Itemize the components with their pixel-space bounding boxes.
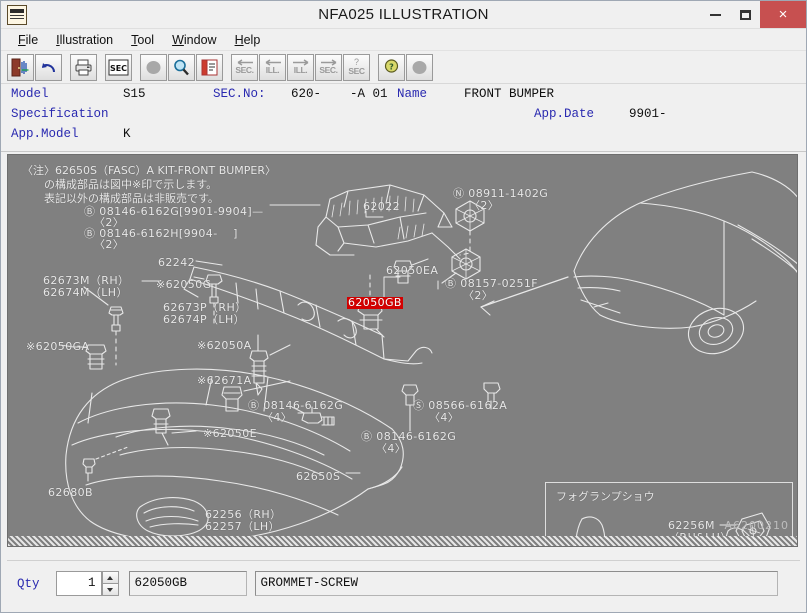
illustration-watermark: A6200210	[724, 519, 789, 532]
menu-item-illustration[interactable]: Illustration	[47, 31, 122, 49]
close-button[interactable]: ×	[760, 1, 806, 28]
callout-62674P-LH: 62674P（LH）	[163, 313, 246, 326]
qty-input[interactable]: 1	[55, 571, 102, 596]
qty-label: Qty	[17, 576, 40, 591]
illustration-bottom-dither	[8, 536, 797, 546]
callout-62257-LH: 62257（LH）	[205, 520, 280, 533]
window-controls: ×	[700, 1, 806, 28]
prev-section-icon[interactable]: SEC.	[231, 53, 258, 81]
name-label: Name	[397, 87, 428, 101]
next-section-icon[interactable]: SEC.	[315, 53, 342, 81]
illustration-note-2: の構成部品は図中※印で示します。	[44, 178, 218, 191]
callout-62680B: 62680B	[48, 486, 93, 499]
application-window: NFA025 ILLUSTRATION × File Illustration …	[0, 0, 807, 613]
app-model-value: K	[123, 127, 131, 141]
callout-62050EA: 62050EA	[386, 264, 439, 277]
next-illustration-icon[interactable]: ILL.	[287, 53, 314, 81]
prev-section-label: SEC.	[235, 65, 254, 75]
query-section-label: SEC	[348, 66, 365, 76]
vehicle-outline	[573, 171, 797, 355]
callout-qty-4-a: 〈4〉	[262, 411, 293, 424]
part-name-field[interactable]: GROMMET-SCREW	[254, 571, 778, 596]
book-index-icon[interactable]	[196, 53, 223, 81]
callout-62050E: ※62050E	[203, 427, 257, 440]
sec-no-value: 620-	[291, 87, 322, 101]
inset-title: フォグランプショウ	[556, 490, 655, 503]
help-bulb-icon[interactable]: ?	[378, 53, 405, 81]
menu-bar: File Illustration Tool Window Help	[1, 29, 806, 51]
prev-illustration-icon[interactable]: ILL.	[259, 53, 286, 81]
part-62022-reinforcement	[315, 184, 461, 260]
callout-qty-2-d: 〈2〉	[463, 289, 494, 302]
maximize-button[interactable]	[730, 1, 760, 28]
circle2-disabled-icon	[406, 53, 433, 81]
query-section-icon[interactable]: ? SEC	[343, 53, 370, 81]
exit-door-icon[interactable]	[7, 53, 34, 81]
undo-arrow-icon[interactable]	[35, 53, 62, 81]
illustration-canvas[interactable]: 〈注〉62650S（FASC）A KIT-FRONT BUMPER〉 の構成部品…	[7, 154, 798, 547]
next-section-label: SEC.	[319, 65, 338, 75]
callout-qty-4-c: 〈4〉	[376, 442, 407, 455]
print-icon[interactable]	[70, 53, 97, 81]
circle-disabled-icon	[140, 53, 167, 81]
window-title: NFA025 ILLUSTRATION	[318, 6, 489, 23]
qty-stepper[interactable]	[101, 571, 119, 596]
illustration-note-3: 表記以外の構成部品は非販売です。	[44, 192, 219, 205]
info-row-specification: Specification App.Date 9901-	[1, 107, 806, 127]
minimize-button[interactable]	[700, 1, 730, 28]
menu-item-tool[interactable]: Tool	[122, 31, 163, 49]
chevron-up-icon	[107, 575, 114, 580]
fastener-cluster-center-bottom	[291, 200, 501, 432]
name-value: FRONT BUMPER	[464, 87, 555, 101]
part-number-field[interactable]: 62050GB	[128, 571, 247, 596]
app-model-label: App.Model	[11, 127, 79, 141]
fastener-cluster-left	[59, 286, 124, 370]
next-illustration-label: ILL.	[293, 65, 308, 75]
callout-62050GB-selected[interactable]: 62050GB	[347, 297, 403, 309]
callout-62050A: ※62050A	[197, 339, 252, 352]
svg-text:SEC: SEC	[110, 64, 127, 73]
callout-62022: 62022	[363, 200, 400, 213]
illustration-note-1: 〈注〉62650S（FASC）A KIT-FRONT BUMPER〉	[22, 164, 277, 177]
section-sec-icon[interactable]: SEC	[105, 53, 132, 81]
callout-08566-6162A: Ⓢ 08566-6162A	[413, 399, 508, 412]
app-date-label: App.Date	[534, 107, 595, 121]
callout-62050G: ※62050G	[156, 278, 212, 291]
chevron-down-icon	[107, 587, 114, 592]
callout-qty-2-c: 〈2〉	[469, 199, 500, 212]
callout-qty-4-b: 〈4〉	[429, 411, 460, 424]
record-info-header: Model S15 SEC.No: 620- -A 01 Name FRONT …	[1, 84, 806, 152]
info-row-app-model: App.Model K	[1, 127, 806, 147]
callout-62671A: ※62671A	[197, 374, 252, 387]
menu-item-file[interactable]: File	[9, 31, 47, 49]
app-date-value: 9901-	[629, 107, 667, 121]
callout-62050GA: ※62050GA	[26, 340, 90, 353]
callout-qty-2-b: 〈2〉	[94, 238, 125, 251]
sec-no-suffix: -A 01	[350, 87, 388, 101]
callout-62242: 62242	[158, 256, 195, 269]
prev-illustration-label: ILL.	[265, 65, 280, 75]
qty-increment-button[interactable]	[101, 571, 119, 583]
sec-no-label: SEC.No:	[213, 87, 266, 101]
info-row-model: Model S15 SEC.No: 620- -A 01 Name FRONT …	[1, 87, 806, 107]
svg-text:?: ?	[389, 62, 394, 71]
menu-item-window[interactable]: Window	[163, 31, 225, 49]
catalog-book-icon	[7, 4, 27, 25]
model-label: Model	[11, 87, 49, 101]
toolbar: SEC SEC. ILL. ILL. SEC. ? SEC ?	[1, 51, 806, 84]
model-value: S15	[123, 87, 146, 101]
callout-62674M-LH: 62674M（LH）	[43, 286, 128, 299]
title-bar: NFA025 ILLUSTRATION ×	[1, 1, 806, 29]
part-62680b-clip	[82, 446, 129, 482]
specification-label: Specification	[11, 107, 109, 121]
callout-08911-1402G: Ⓝ 08911-1402G	[453, 187, 549, 200]
magnifier-search-icon[interactable]	[168, 53, 195, 81]
callout-62650S: 62650S	[296, 470, 341, 483]
part-detail-bar: Qty 1 62050GB GROMMET-SCREW	[7, 560, 800, 606]
menu-item-help[interactable]: Help	[226, 31, 270, 49]
qty-decrement-button[interactable]	[101, 583, 119, 596]
